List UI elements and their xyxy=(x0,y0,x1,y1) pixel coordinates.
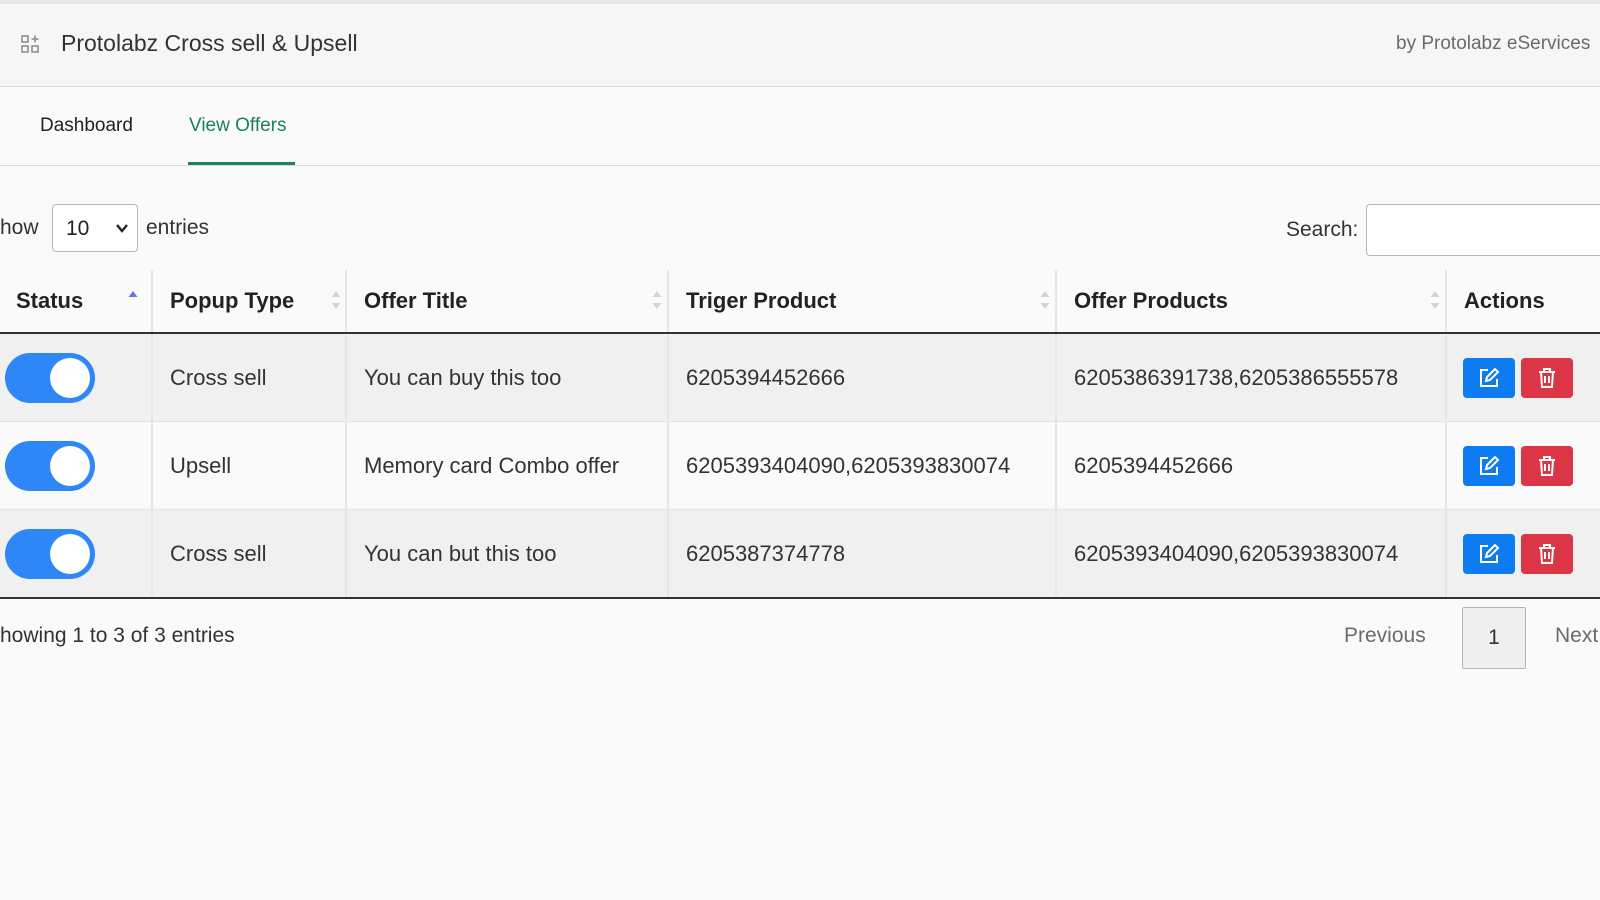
delete-button[interactable] xyxy=(1521,445,1573,486)
status-cell xyxy=(0,421,153,510)
column-header-actions: Actions xyxy=(1446,270,1600,334)
actions-cell xyxy=(1446,421,1600,510)
offer-products-cell: 6205393404090,6205393830074 xyxy=(1056,509,1447,599)
trigger-product-cell: 6205394452666 xyxy=(668,333,1057,422)
popup-type-cell: Cross sell xyxy=(152,333,347,422)
active-tab-indicator xyxy=(188,162,295,165)
edit-icon xyxy=(1480,455,1500,475)
sort-both-icon xyxy=(331,289,341,311)
toggle-knob xyxy=(50,533,90,574)
popup-type-cell: Cross sell xyxy=(152,509,347,599)
show-label: how xyxy=(0,216,39,239)
app-byline: by Protolabz eServices xyxy=(1396,33,1591,54)
trash-icon xyxy=(1539,543,1555,564)
status-cell xyxy=(0,509,153,599)
offer-products-cell: 6205386391738,6205386555578 xyxy=(1056,333,1447,422)
toggle-knob xyxy=(50,445,90,486)
toggle-knob xyxy=(50,357,90,398)
offer-title-cell: You can but this too xyxy=(346,509,669,599)
actions-cell xyxy=(1446,509,1600,599)
entries-per-page-select[interactable]: 10 xyxy=(52,204,138,252)
trigger-product-cell: 6205387374778 xyxy=(668,509,1057,599)
offer-title-cell: Memory card Combo offer xyxy=(346,421,669,510)
sort-both-icon xyxy=(1430,289,1440,311)
trash-icon xyxy=(1539,367,1555,388)
offer-products-cell: 6205394452666 xyxy=(1056,421,1447,510)
edit-icon xyxy=(1480,543,1500,563)
delete-button[interactable] xyxy=(1521,357,1573,398)
app-title: Protolabz Cross sell & Upsell xyxy=(61,30,358,56)
edit-button[interactable] xyxy=(1463,357,1515,398)
sort-asc-icon xyxy=(128,289,138,311)
offer-title-cell: You can buy this too xyxy=(346,333,669,422)
trash-icon xyxy=(1539,455,1555,476)
table-header-row: Status Popup Type Offer Title Triger Pro… xyxy=(0,270,1600,334)
tab-bar: Dashboard View Offers xyxy=(0,87,1600,166)
offers-table: Status Popup Type Offer Title Triger Pro… xyxy=(0,270,1600,599)
status-toggle[interactable] xyxy=(5,528,95,579)
pagination-next[interactable]: Next xyxy=(1555,624,1598,648)
status-toggle[interactable] xyxy=(5,440,95,491)
search-label: Search: xyxy=(1286,218,1359,241)
sort-both-icon xyxy=(1040,289,1050,311)
edit-button[interactable] xyxy=(1463,445,1515,486)
tab-view-offers[interactable]: View Offers xyxy=(189,115,287,137)
table-row: Cross sell You can buy this too 62053944… xyxy=(0,333,1600,422)
search-input[interactable] xyxy=(1366,204,1600,256)
edit-button[interactable] xyxy=(1463,533,1515,574)
entries-label: entries xyxy=(146,216,210,239)
column-header-offer-products[interactable]: Offer Products xyxy=(1056,270,1447,334)
apps-grid-icon xyxy=(21,35,41,55)
column-header-triger-product[interactable]: Triger Product xyxy=(668,270,1057,334)
trigger-product-cell: 6205393404090,6205393830074 xyxy=(668,421,1057,510)
column-header-offer-title[interactable]: Offer Title xyxy=(346,270,669,334)
table-row: Cross sell You can but this too 62053873… xyxy=(0,509,1600,599)
chevron-down-icon xyxy=(115,221,129,235)
column-header-popup-type[interactable]: Popup Type xyxy=(152,270,347,334)
column-header-status[interactable]: Status xyxy=(0,270,153,334)
status-cell xyxy=(0,333,153,422)
entries-select-value: 10 xyxy=(66,217,90,240)
app-header: Protolabz Cross sell & Upsell by Protola… xyxy=(0,4,1600,87)
table-info: howing 1 to 3 of 3 entries xyxy=(0,624,235,647)
pagination-page-1[interactable]: 1 xyxy=(1462,607,1526,669)
sort-both-icon xyxy=(652,289,662,311)
pagination-previous[interactable]: Previous xyxy=(1344,624,1426,648)
delete-button[interactable] xyxy=(1521,533,1573,574)
status-toggle[interactable] xyxy=(5,352,95,403)
table-row: Upsell Memory card Combo offer 620539340… xyxy=(0,421,1600,510)
edit-icon xyxy=(1480,367,1500,387)
popup-type-cell: Upsell xyxy=(152,421,347,510)
tab-dashboard[interactable]: Dashboard xyxy=(40,115,133,137)
actions-cell xyxy=(1446,333,1600,422)
